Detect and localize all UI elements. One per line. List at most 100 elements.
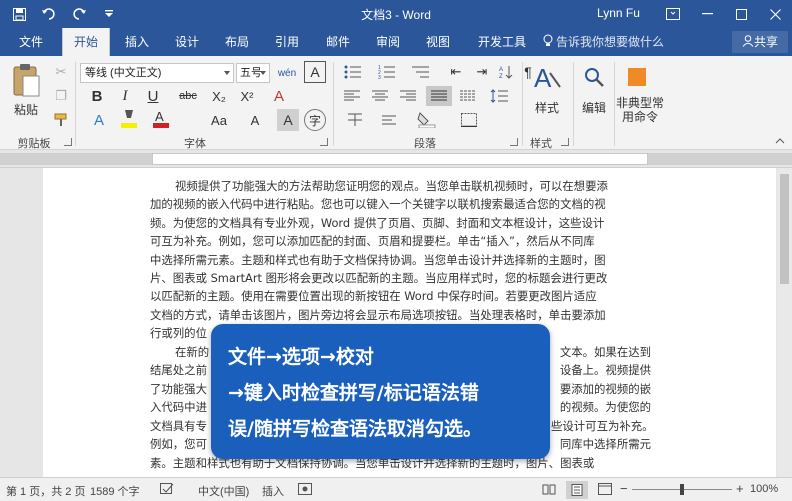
font-name-select[interactable]: 等线 (中文正文) — [80, 63, 234, 83]
chevron-down-icon — [224, 71, 230, 75]
font-size-grow-icon[interactable]: Aa — [208, 109, 230, 131]
collapse-ribbon-icon[interactable] — [773, 135, 787, 147]
styles-icon[interactable]: A — [530, 62, 564, 96]
word-count[interactable]: 1589 个字 — [90, 483, 140, 499]
tab-design[interactable]: 设计 — [166, 28, 208, 56]
format-painter-icon[interactable] — [52, 111, 70, 129]
zoom-slider-thumb[interactable] — [680, 484, 684, 495]
chinese-layout-icon[interactable] — [344, 110, 366, 130]
increase-indent-icon[interactable]: ⇥ — [472, 62, 492, 82]
borders-icon[interactable] — [456, 110, 482, 130]
text-line: 文档的方式，请单击该图片，图片旁边将会显示布局选项按钮。当处理表格时，单击要添加 — [150, 307, 606, 322]
styles-launcher-icon[interactable] — [561, 138, 569, 146]
redo-icon[interactable] — [66, 2, 92, 26]
multilevel-list-icon[interactable] — [410, 62, 432, 82]
sort-chinese-icon[interactable] — [378, 110, 400, 130]
cut-icon[interactable]: ✂ — [52, 63, 70, 81]
decrease-indent-icon[interactable]: ⇤ — [446, 62, 466, 82]
tab-home[interactable]: 开始 — [62, 28, 110, 56]
zoom-out-button[interactable]: − — [620, 481, 628, 496]
shading-icon[interactable] — [414, 110, 440, 130]
char-border-icon[interactable]: A — [304, 61, 326, 83]
text-line: 中选择所需元素。主题和样式也有助于文档保持协调。当您单击设计并选择新的主题时，图 — [150, 252, 606, 267]
numbering-icon[interactable]: 123 — [376, 62, 398, 82]
tab-references[interactable]: 引用 — [266, 28, 308, 56]
find-icon[interactable] — [580, 62, 608, 92]
clipboard-launcher-icon[interactable] — [64, 138, 72, 146]
tab-layout[interactable]: 布局 — [216, 28, 258, 56]
pinyin-guide-icon[interactable]: wén — [275, 61, 299, 85]
svg-text:A: A — [534, 63, 552, 93]
proofing-icon[interactable] — [160, 483, 174, 498]
italic-button[interactable]: I — [116, 86, 134, 106]
paragraph-group-label: 段落 — [414, 138, 436, 150]
bullets-icon[interactable] — [342, 62, 364, 82]
underline-button[interactable]: U — [144, 86, 162, 106]
user-name[interactable]: Lynn Fu — [597, 6, 640, 20]
svg-text:A: A — [499, 67, 503, 73]
undo-icon[interactable] — [36, 2, 62, 26]
status-bar: 第 1 页，共 2 页 1589 个字 中文(中国) 插入 − + 100% — [0, 477, 792, 501]
change-case-icon[interactable]: A — [244, 109, 266, 131]
tab-file[interactable]: 文件 — [10, 28, 52, 56]
ruler-left-margin — [0, 153, 152, 165]
callout-line-2: →键入时检查拼写/标记语法错 — [228, 382, 479, 404]
zoom-level[interactable]: 100% — [750, 483, 778, 495]
font-color-icon[interactable]: A — [150, 108, 172, 130]
language-indicator[interactable]: 中文(中国) — [198, 483, 249, 499]
tell-me-box[interactable]: 告诉我你想要做什么 — [543, 28, 664, 56]
subscript-button[interactable]: X₂ — [209, 86, 229, 106]
paragraph-launcher-icon[interactable] — [510, 138, 518, 146]
font-launcher-icon[interactable] — [320, 138, 328, 146]
restore-icon[interactable] — [724, 0, 758, 28]
bold-button[interactable]: B — [88, 86, 106, 106]
svg-text:Z: Z — [499, 74, 503, 79]
align-right-icon[interactable] — [398, 87, 418, 105]
tab-insert[interactable]: 插入 — [116, 28, 158, 56]
strikethrough-button[interactable]: abc — [176, 86, 200, 106]
font-size-select[interactable]: 五号 — [236, 63, 270, 83]
paragraph-1: 视频提供了功能强大的方法帮助您证明您的观点。当您单击联机视频时，可以在想要添 加… — [150, 177, 650, 343]
save-icon[interactable] — [6, 2, 32, 26]
macro-record-icon[interactable] — [298, 483, 312, 498]
read-mode-icon[interactable] — [542, 483, 556, 498]
line-spacing-icon[interactable] — [488, 86, 510, 106]
char-shading-icon[interactable]: A — [277, 109, 299, 131]
scrollbar-thumb[interactable] — [780, 174, 789, 284]
title-bar: 文档3 - Word Lynn Fu — [0, 0, 792, 28]
text-line: 片、图表或 SmartArt 图形将会更改以匹配新的主题。当应用样式时，您的标题… — [150, 270, 608, 285]
tab-view[interactable]: 视图 — [417, 28, 459, 56]
tab-mailings[interactable]: 邮件 — [317, 28, 359, 56]
sort-icon[interactable]: AZ — [496, 62, 516, 82]
superscript-button[interactable]: X² — [237, 86, 257, 106]
vertical-scrollbar[interactable] — [777, 168, 792, 477]
clear-formatting-icon[interactable]: A — [268, 85, 290, 107]
separator — [333, 62, 334, 146]
distributed-icon[interactable] — [458, 87, 478, 105]
copy-icon[interactable]: ❐ — [52, 87, 70, 105]
special-command-icon[interactable] — [626, 66, 648, 88]
font-name-value: 等线 (中文正文) — [85, 67, 162, 79]
share-button[interactable]: 共享 — [732, 31, 788, 53]
tab-developer[interactable]: 开发工具 — [471, 28, 533, 56]
svg-text:A: A — [155, 109, 164, 124]
web-layout-icon[interactable] — [598, 483, 612, 498]
text-effects-icon[interactable]: A — [88, 109, 110, 131]
insert-mode-indicator[interactable]: 插入 — [262, 483, 284, 499]
zoom-in-button[interactable]: + — [736, 481, 744, 496]
tab-review[interactable]: 审阅 — [367, 28, 409, 56]
text-line: 结尾处之前 — [150, 363, 207, 378]
minimize-icon[interactable] — [690, 0, 724, 28]
ribbon-display-icon[interactable] — [656, 0, 690, 28]
align-left-icon[interactable] — [342, 87, 362, 105]
enclose-char-icon[interactable]: 字 — [304, 109, 326, 131]
print-layout-icon[interactable] — [566, 481, 588, 499]
horizontal-ruler[interactable] — [0, 150, 792, 168]
page-count[interactable]: 第 1 页，共 2 页 — [6, 483, 85, 499]
paste-icon[interactable] — [8, 62, 44, 98]
customize-qat-icon[interactable] — [96, 2, 122, 26]
highlight-icon[interactable] — [118, 108, 140, 130]
close-icon[interactable] — [758, 0, 792, 28]
align-center-icon[interactable] — [370, 87, 390, 105]
justify-icon[interactable] — [426, 86, 452, 106]
